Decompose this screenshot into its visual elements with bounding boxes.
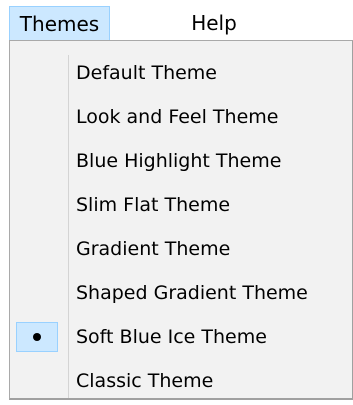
themes-dropdown: Default Theme Look and Feel Theme Blue H… <box>9 40 353 400</box>
menu-bar: Themes Help <box>0 0 353 41</box>
menu-item-slim-flat-theme[interactable]: Slim Flat Theme <box>10 186 350 224</box>
menu-help[interactable]: Help <box>170 6 258 41</box>
menu-item-label: Classic Theme <box>76 370 214 392</box>
menu-item-default-theme[interactable]: Default Theme <box>10 54 350 92</box>
menu-item-label: Default Theme <box>76 62 217 84</box>
menu-item-label: Shaped Gradient Theme <box>76 282 308 304</box>
menu-item-gradient-theme[interactable]: Gradient Theme <box>10 230 350 268</box>
menu-item-label: Soft Blue Ice Theme <box>76 326 267 348</box>
bullet-icon <box>33 333 41 341</box>
application-window: Themes Help Default Theme Look and Feel … <box>0 0 353 405</box>
menu-item-soft-blue-ice-theme[interactable]: Soft Blue Ice Theme <box>10 318 350 356</box>
menu-themes[interactable]: Themes <box>9 6 110 41</box>
menu-item-blue-highlight-theme[interactable]: Blue Highlight Theme <box>10 142 350 180</box>
menu-item-label: Slim Flat Theme <box>76 194 231 216</box>
menu-item-label: Look and Feel Theme <box>76 106 279 128</box>
selected-indicator <box>16 322 58 352</box>
menu-item-look-and-feel-theme[interactable]: Look and Feel Theme <box>10 98 350 136</box>
menu-item-label: Gradient Theme <box>76 238 231 260</box>
menu-item-classic-theme[interactable]: Classic Theme <box>10 362 350 400</box>
menu-item-shaped-gradient-theme[interactable]: Shaped Gradient Theme <box>10 274 350 312</box>
menu-item-label: Blue Highlight Theme <box>76 150 282 172</box>
